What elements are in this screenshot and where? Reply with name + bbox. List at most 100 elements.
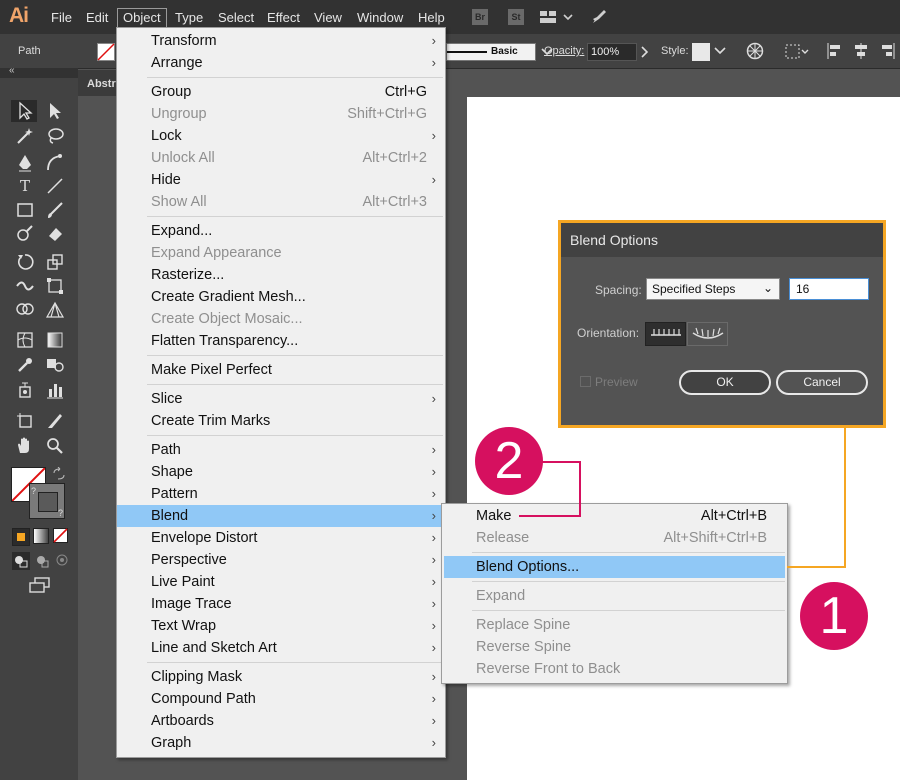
menu-item-text-wrap[interactable]: Text Wrap › [117,615,445,637]
menu-item-reverse-spine[interactable]: Reverse Spine [442,636,787,658]
lasso-tool-icon[interactable] [45,126,65,146]
draw-normal-icon[interactable] [12,552,30,570]
align-center-icon[interactable] [852,42,870,60]
width-tool-icon[interactable] [15,276,35,296]
align-to-page-button[interactable] [645,322,686,346]
eraser-tool-icon[interactable] [45,224,65,244]
hand-tool-icon[interactable] [15,436,35,456]
menu-item-make[interactable]: Make Alt+Ctrl+B [442,505,787,527]
scale-tool-icon[interactable] [45,252,65,272]
recolor-icon[interactable] [746,42,764,60]
menu-item-create-gradient-mesh[interactable]: Create Gradient Mesh... [117,286,445,308]
menu-item-replace-spine[interactable]: Replace Spine [442,614,787,636]
menu-item-image-trace[interactable]: Image Trace › [117,593,445,615]
selection-tool-icon[interactable] [15,101,35,121]
align-to-selection-icon[interactable] [785,42,811,60]
menu-item-release[interactable]: Release Alt+Shift+Ctrl+B [442,527,787,549]
stroke-profile-dropdown[interactable]: Basic [446,43,536,61]
eyedropper-tool-icon[interactable] [15,355,35,375]
type-tool-icon[interactable]: T [15,176,35,196]
slice-tool-icon[interactable] [45,411,65,431]
menu-item-ungroup[interactable]: Ungroup Shift+Ctrl+G [117,103,445,125]
graphic-style-swatch[interactable] [692,43,710,61]
menu-item-slice[interactable]: Slice › [117,388,445,410]
artboard-tool-icon[interactable] [15,411,35,431]
menu-item-hide[interactable]: Hide › [117,169,445,191]
menu-item-graph[interactable]: Graph › [117,732,445,754]
color-mode-button[interactable] [12,528,30,546]
menu-item-unlock-all[interactable]: Unlock All Alt+Ctrl+2 [117,147,445,169]
menu-item-create-trim-marks[interactable]: Create Trim Marks [117,410,445,432]
screen-mode-icon[interactable] [28,576,52,594]
shaper-tool-icon[interactable] [15,224,35,244]
menu-type[interactable]: Type [175,10,203,25]
menu-item-rasterize[interactable]: Rasterize... [117,264,445,286]
menu-item-expand[interactable]: Expand [442,585,787,607]
stock-icon[interactable]: St [508,9,524,25]
blend-tool-icon[interactable] [45,355,65,375]
menu-item-live-paint[interactable]: Live Paint › [117,571,445,593]
pen-tool-icon[interactable] [15,153,35,173]
magic-wand-tool-icon[interactable] [15,126,35,146]
menu-item-expand-appearance[interactable]: Expand Appearance [117,242,445,264]
chevron-down-icon[interactable] [714,46,726,56]
none-mode-button[interactable] [53,528,68,543]
rocket-icon[interactable] [590,8,608,26]
menu-item-compound-path[interactable]: Compound Path › [117,688,445,710]
menu-item-reverse-front-to-back[interactable]: Reverse Front to Back [442,658,787,680]
curvature-tool-icon[interactable] [45,153,65,173]
fill-swatch-icon[interactable] [97,43,115,61]
menu-item-path[interactable]: Path › [117,439,445,461]
chevron-right-icon[interactable] [640,46,650,58]
rectangle-tool-icon[interactable] [15,200,35,220]
menu-effect[interactable]: Effect [267,10,300,25]
bridge-icon[interactable]: Br [472,9,488,25]
line-tool-icon[interactable] [45,176,65,196]
align-right-icon[interactable] [878,42,896,60]
menu-item-artboards[interactable]: Artboards › [117,710,445,732]
menu-item-envelope-distort[interactable]: Envelope Distort › [117,527,445,549]
menu-object[interactable]: Object [117,8,167,28]
menu-item-perspective[interactable]: Perspective › [117,549,445,571]
menu-item-arrange[interactable]: Arrange › [117,52,445,74]
collapse-chevrons-icon[interactable]: « [9,65,15,76]
zoom-tool-icon[interactable] [45,436,65,456]
perspective-grid-tool-icon[interactable] [45,300,65,320]
draw-behind-icon[interactable] [33,552,51,570]
draw-inside-icon[interactable] [54,552,72,570]
menu-item-pattern[interactable]: Pattern › [117,483,445,505]
menu-file[interactable]: File [51,10,72,25]
menu-select[interactable]: Select [218,10,254,25]
menu-item-blend[interactable]: Blend › [117,505,445,527]
menu-view[interactable]: View [314,10,342,25]
gradient-tool-icon[interactable] [45,330,65,350]
menu-item-create-object-mosaic[interactable]: Create Object Mosaic... [117,308,445,330]
cancel-button[interactable]: Cancel [776,370,868,395]
column-graph-tool-icon[interactable] [45,380,65,400]
workspace-layout-icon[interactable] [540,10,574,24]
free-transform-tool-icon[interactable] [45,276,65,296]
menu-item-flatten-transparency[interactable]: Flatten Transparency... [117,330,445,352]
menu-item-blend-options[interactable]: Blend Options... [444,556,785,578]
menu-item-shape[interactable]: Shape › [117,461,445,483]
steps-input[interactable]: 16 [789,278,869,300]
menu-item-transform[interactable]: Transform › [117,30,445,52]
menu-item-show-all[interactable]: Show All Alt+Ctrl+3 [117,191,445,213]
swap-colors-icon[interactable] [52,467,66,481]
align-to-path-button[interactable] [687,322,728,346]
menu-item-expand[interactable]: Expand... [117,220,445,242]
preview-checkbox[interactable] [580,376,591,387]
align-left-icon[interactable] [826,42,844,60]
document-tab[interactable]: Abstr [78,70,120,96]
menu-item-clipping-mask[interactable]: Clipping Mask › [117,666,445,688]
ok-button[interactable]: OK [679,370,771,395]
menu-help[interactable]: Help [418,10,445,25]
menu-item-make-pixel-perfect[interactable]: Make Pixel Perfect [117,359,445,381]
spacing-dropdown[interactable]: Specified Steps ⌄ [646,278,780,300]
gradient-mode-button[interactable] [33,528,49,544]
menu-item-group[interactable]: Group Ctrl+G [117,81,445,103]
mesh-tool-icon[interactable] [15,330,35,350]
paintbrush-tool-icon[interactable] [45,200,65,220]
rotate-tool-icon[interactable] [15,252,35,272]
menu-edit[interactable]: Edit [86,10,108,25]
